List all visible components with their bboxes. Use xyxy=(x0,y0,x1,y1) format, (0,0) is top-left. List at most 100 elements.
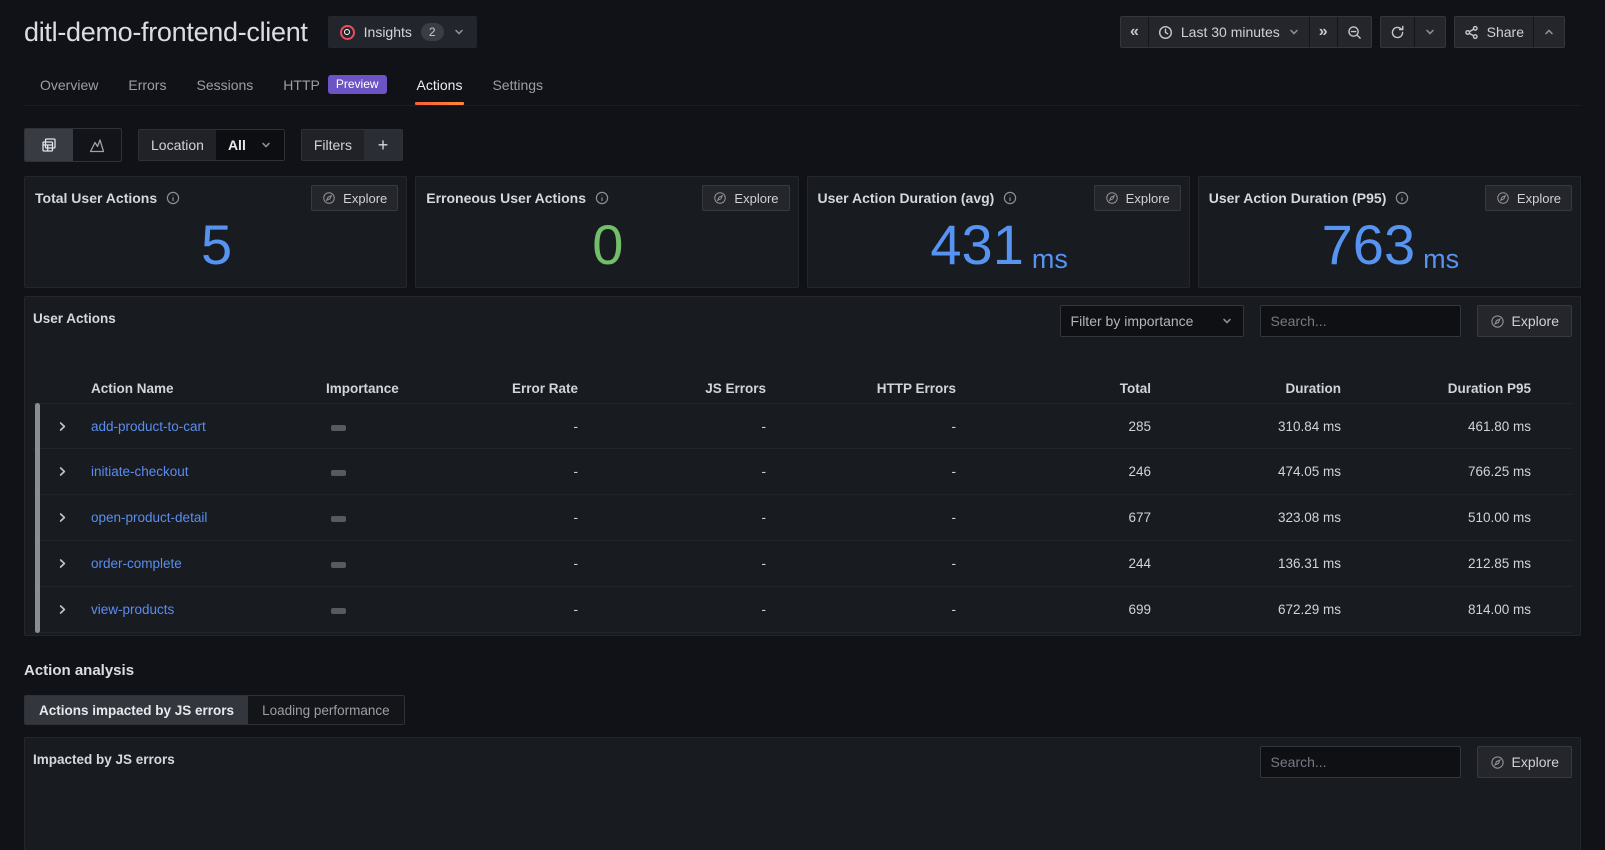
chevron-down-icon xyxy=(1424,26,1436,38)
impacted-by-js-errors-panel: Impacted by JS errors Explore xyxy=(24,737,1581,850)
location-select[interactable]: All xyxy=(215,130,284,160)
refresh-button[interactable] xyxy=(1380,17,1415,47)
chart-view-icon xyxy=(88,136,106,154)
panel-title: User Actions xyxy=(33,311,116,326)
col-importance[interactable]: Importance xyxy=(326,381,406,396)
row-expander[interactable] xyxy=(33,420,91,433)
action-name-link[interactable]: initiate-checkout xyxy=(91,464,326,479)
share-options-button[interactable] xyxy=(1534,17,1564,47)
tab-loading-performance[interactable]: Loading performance xyxy=(248,696,404,724)
col-js-errors[interactable]: JS Errors xyxy=(705,381,766,396)
location-filter: Location All xyxy=(138,129,285,161)
action-name-link[interactable]: open-product-detail xyxy=(91,510,326,525)
chevron-down-icon xyxy=(260,139,272,151)
tab-errors[interactable]: Errors xyxy=(126,68,168,105)
compass-icon xyxy=(713,191,727,205)
tab-actions-impacted-by-js-errors[interactable]: Actions impacted by JS errors xyxy=(25,696,249,724)
insights-count-badge: 2 xyxy=(420,23,444,41)
time-shift-forward-button[interactable]: » xyxy=(1309,17,1338,47)
table-body: add-product-to-cart - - - 285 310.84 ms … xyxy=(33,403,1572,633)
table-scrollbar[interactable] xyxy=(35,403,40,633)
page: ditl-demo-frontend-client Insights 2 « L… xyxy=(0,0,1605,850)
stat-panel-total-user-actions: Total User Actions Explore 5 xyxy=(24,176,408,288)
table-row[interactable]: order-complete - - - 244 136.31 ms 212.8… xyxy=(33,541,1572,587)
stat-value: 763 xyxy=(1321,213,1416,276)
tab-bar: Overview Errors Sessions HTTP Preview Ac… xyxy=(24,68,1581,106)
stat-panel-duration-avg: User Action Duration (avg) Explore 431 m… xyxy=(806,176,1190,288)
stat-value: 0 xyxy=(592,213,624,276)
insights-button[interactable]: Insights 2 xyxy=(327,16,477,48)
info-icon[interactable] xyxy=(595,191,609,205)
filters-label: Filters xyxy=(301,130,364,160)
action-name-link[interactable]: add-product-to-cart xyxy=(91,419,326,434)
col-total[interactable]: Total xyxy=(1120,381,1151,396)
chevron-up-icon xyxy=(1543,26,1555,38)
location-label: Location xyxy=(139,130,216,160)
chart-view-toggle[interactable] xyxy=(73,129,121,161)
explore-button[interactable]: Explore xyxy=(1484,185,1572,211)
table-row[interactable]: view-products - - - 699 672.29 ms 814.00… xyxy=(33,587,1572,633)
col-action-name[interactable]: Action Name xyxy=(91,381,326,396)
row-expander[interactable] xyxy=(33,511,91,524)
explore-button[interactable]: Explore xyxy=(311,185,399,211)
tab-settings[interactable]: Settings xyxy=(490,68,545,105)
plus-icon: + xyxy=(377,134,389,155)
action-analysis-tab-group: Actions impacted by JS errors Loading pe… xyxy=(24,695,405,725)
active-tab-underline xyxy=(414,102,465,105)
row-expander[interactable] xyxy=(33,557,91,570)
importance-filter-select[interactable]: Filter by importance xyxy=(1059,305,1244,337)
table-view-icon xyxy=(40,136,58,154)
share-button[interactable]: Share xyxy=(1454,17,1534,47)
info-icon[interactable] xyxy=(1395,191,1409,205)
stat-title: User Action Duration (avg) xyxy=(817,190,995,206)
action-name-link[interactable]: order-complete xyxy=(91,556,326,571)
table-view-toggle[interactable] xyxy=(25,129,73,161)
preview-badge: Preview xyxy=(327,75,387,94)
insights-label: Insights xyxy=(363,24,412,40)
tab-actions[interactable]: Actions xyxy=(414,68,465,105)
refresh-interval-dropdown[interactable] xyxy=(1414,17,1445,47)
stat-value: 5 xyxy=(201,213,233,276)
col-duration-p95[interactable]: Duration P95 xyxy=(1448,381,1531,396)
table-row[interactable]: open-product-detail - - - 677 323.08 ms … xyxy=(33,495,1572,541)
col-http-errors[interactable]: HTTP Errors xyxy=(877,381,956,396)
explore-button[interactable]: Explore xyxy=(1093,185,1181,211)
time-range-picker-button[interactable]: Last 30 minutes xyxy=(1148,17,1310,47)
zoom-out-button[interactable] xyxy=(1337,17,1371,47)
view-mode-toggle xyxy=(24,128,122,162)
explore-button[interactable]: Explore xyxy=(702,185,790,211)
tab-http[interactable]: HTTP Preview xyxy=(281,68,388,105)
tab-overview[interactable]: Overview xyxy=(38,68,100,105)
compass-icon xyxy=(1490,314,1505,329)
action-analysis-heading: Action analysis xyxy=(24,662,135,679)
explore-button[interactable]: Explore xyxy=(1476,746,1572,778)
info-icon[interactable] xyxy=(166,191,180,205)
clock-icon xyxy=(1158,25,1173,40)
stats-row: Total User Actions Explore 5 Erroneous U… xyxy=(24,176,1581,288)
stat-title: Total User Actions xyxy=(35,190,158,206)
tab-sessions[interactable]: Sessions xyxy=(194,68,255,105)
col-duration[interactable]: Duration xyxy=(1286,381,1342,396)
add-filter-button[interactable]: + xyxy=(363,130,402,160)
explore-button[interactable]: Explore xyxy=(1476,305,1572,337)
search-input[interactable] xyxy=(1259,305,1461,337)
compass-icon xyxy=(322,191,336,205)
row-expander[interactable] xyxy=(33,603,91,616)
search-input[interactable] xyxy=(1259,746,1461,778)
col-error-rate[interactable]: Error Rate xyxy=(512,381,578,396)
stat-unit: ms xyxy=(1031,244,1068,274)
action-name-link[interactable]: view-products xyxy=(91,602,326,617)
share-label: Share xyxy=(1486,24,1524,40)
dashboard-toolbar: « Last 30 minutes » Share xyxy=(1119,16,1565,48)
stat-panel-duration-p95: User Action Duration (P95) Explore 763 m… xyxy=(1197,176,1581,288)
table-row[interactable]: add-product-to-cart - - - 285 310.84 ms … xyxy=(33,403,1572,449)
table-header-row: Action Name Importance Error Rate JS Err… xyxy=(33,373,1572,403)
stat-unit: ms xyxy=(1423,244,1460,274)
table-row[interactable]: initiate-checkout - - - 246 474.05 ms 76… xyxy=(33,449,1572,495)
time-shift-back-button[interactable]: « xyxy=(1120,17,1149,47)
info-icon[interactable] xyxy=(1003,191,1017,205)
share-icon xyxy=(1464,25,1479,40)
user-actions-panel: User Actions Filter by importance Explor… xyxy=(24,296,1581,636)
compass-icon xyxy=(1490,755,1505,770)
row-expander[interactable] xyxy=(33,465,91,478)
